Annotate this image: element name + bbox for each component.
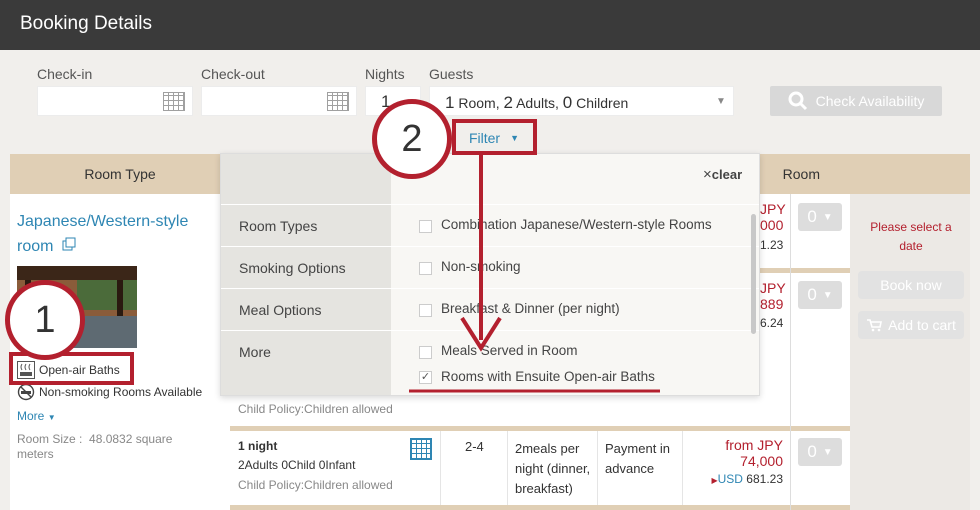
feature-highlight-box	[9, 352, 134, 385]
filter-highlight-box	[452, 119, 537, 155]
step-badge-2: 2	[372, 99, 452, 179]
step-badge-1: 1	[5, 280, 85, 360]
tutorial-annotations	[9, 119, 660, 393]
